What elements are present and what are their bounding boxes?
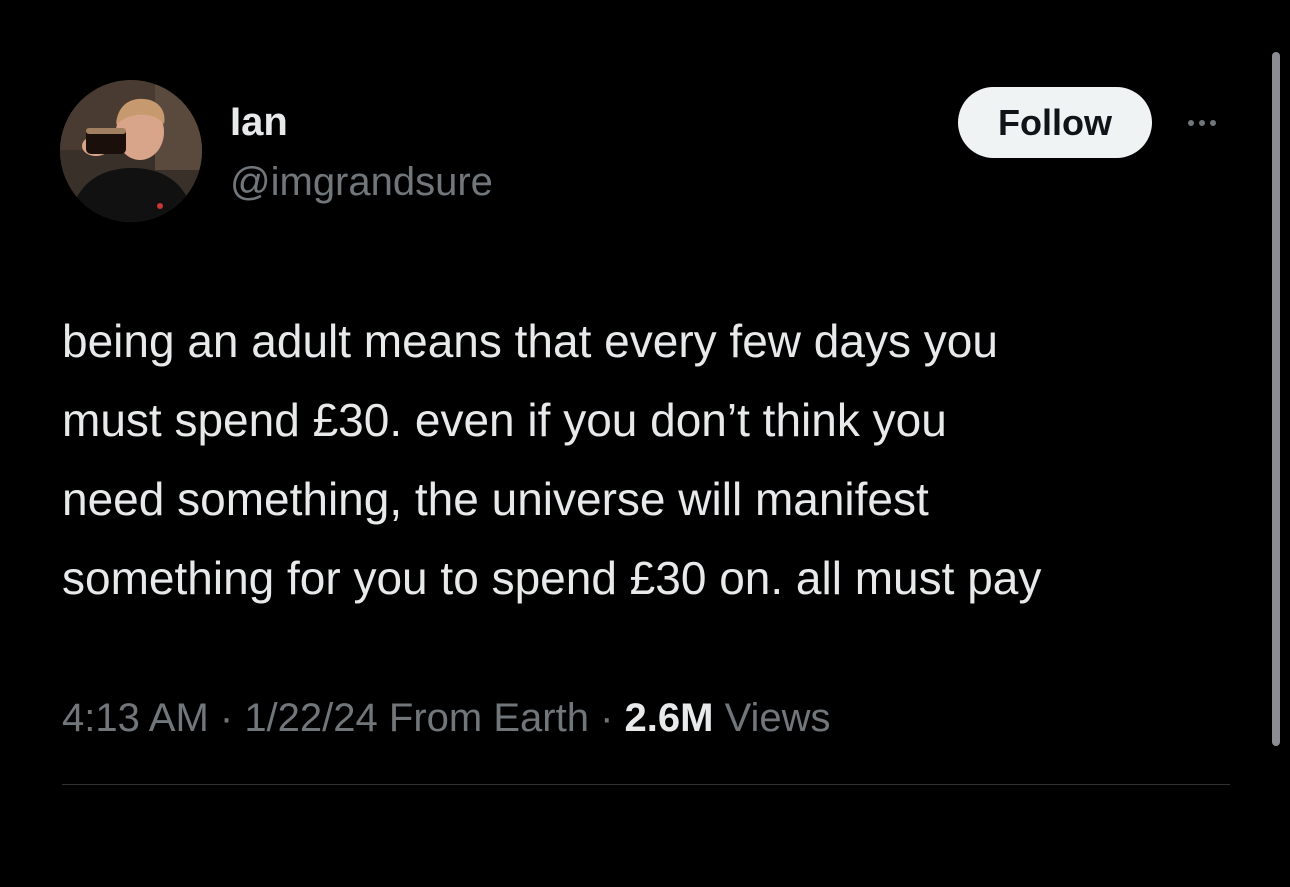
display-name[interactable]: Ian xyxy=(230,98,288,146)
divider xyxy=(62,784,1230,785)
tweet-text-line: being an adult means that every few days… xyxy=(62,315,998,367)
meta-separator: · xyxy=(208,696,245,740)
meta-separator: · xyxy=(588,696,625,740)
tweet-card: Ian @imgrandsure Follow being an adult m… xyxy=(0,0,1290,887)
tweet-date[interactable]: 1/22/24 xyxy=(244,696,377,740)
more-horizontal-icon xyxy=(1199,120,1205,126)
more-horizontal-icon xyxy=(1188,120,1194,126)
tweet-source: From Earth xyxy=(388,696,589,740)
avatar-photo-icon xyxy=(60,80,202,222)
more-options-button[interactable] xyxy=(1178,108,1226,138)
follow-button[interactable]: Follow xyxy=(958,87,1152,158)
more-horizontal-icon xyxy=(1210,120,1216,126)
avatar[interactable] xyxy=(60,80,202,222)
user-handle[interactable]: @imgrandsure xyxy=(230,158,493,206)
views-count[interactable]: 2.6M xyxy=(625,696,714,740)
views-label: Views xyxy=(724,696,831,740)
scrollbar[interactable] xyxy=(1272,52,1280,746)
tweet-time[interactable]: 4:13 AM xyxy=(62,696,209,740)
tweet-text: being an adult means that every few days… xyxy=(62,302,1262,618)
tweet-text-line: must spend £30. even if you don’t think … xyxy=(62,394,947,446)
tweet-metadata: 4:13 AM · 1/22/24 From Earth · 2.6M View… xyxy=(62,693,831,743)
tweet-text-line: need something, the universe will manife… xyxy=(62,473,929,525)
tweet-text-line: something for you to spend £30 on. all m… xyxy=(62,552,1042,604)
